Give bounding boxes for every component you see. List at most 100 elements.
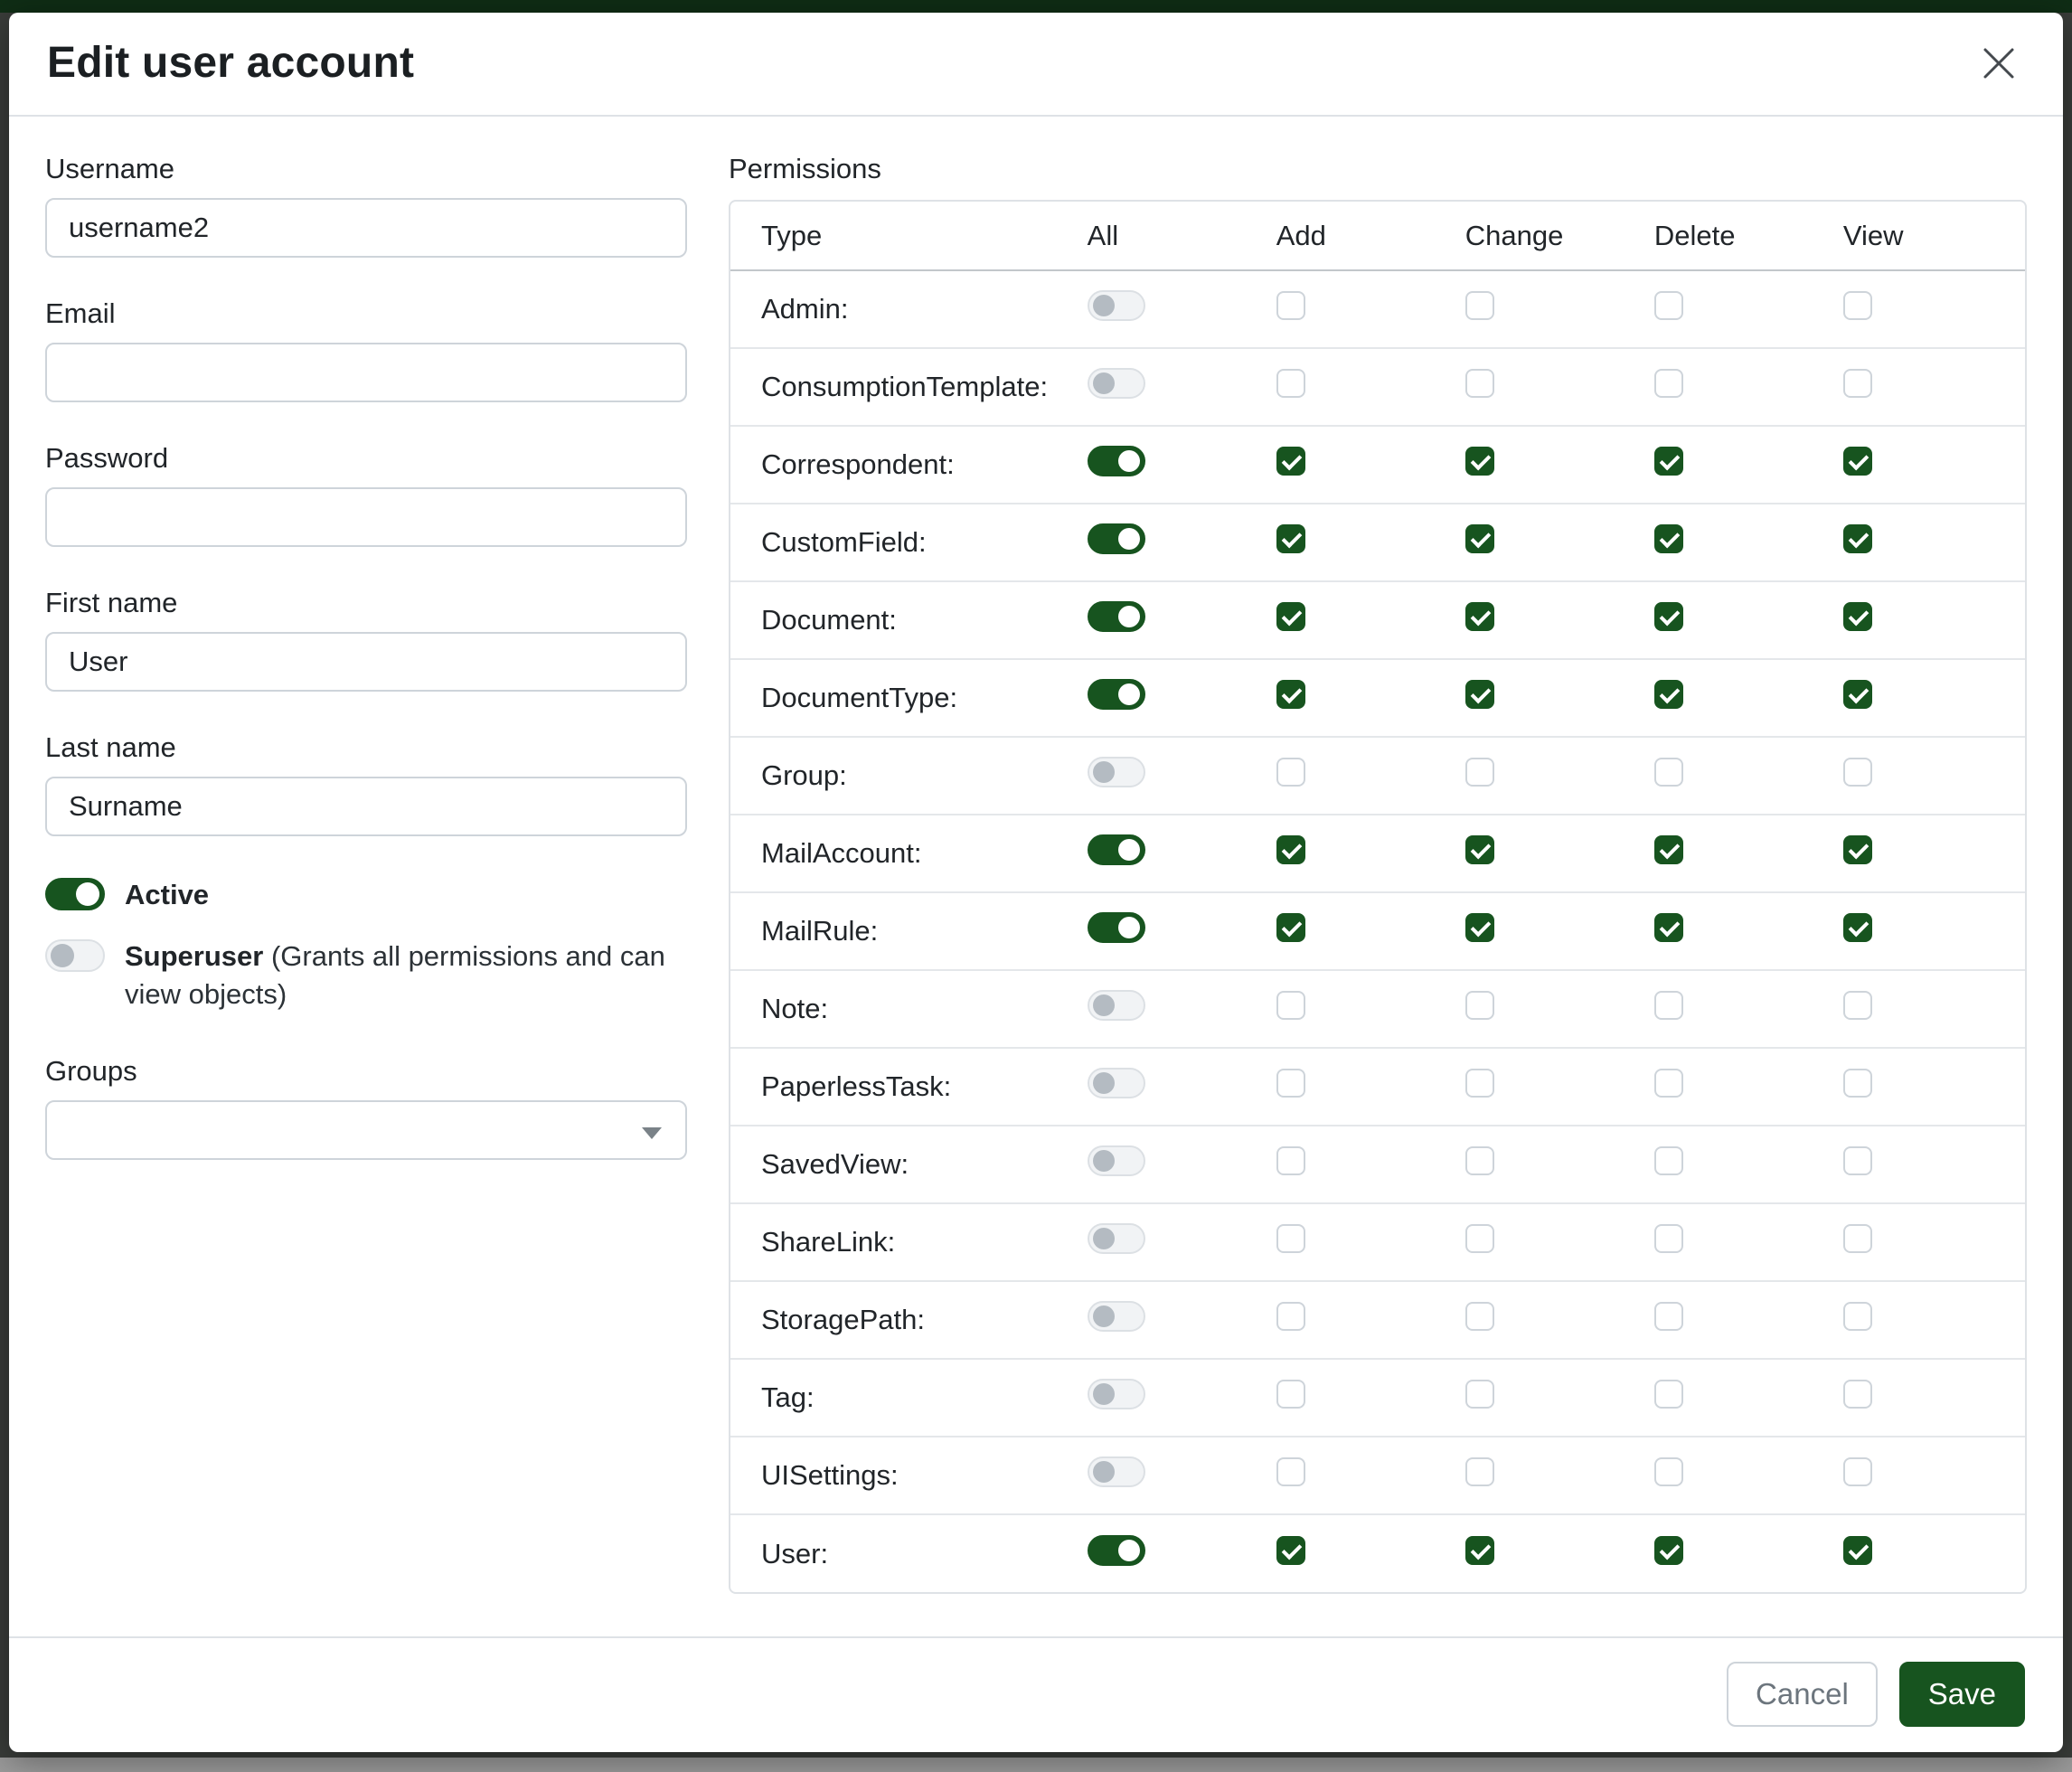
permission-view-checkbox[interactable] xyxy=(1843,680,1872,709)
permission-change-checkbox[interactable] xyxy=(1465,1302,1494,1331)
permission-change-checkbox[interactable] xyxy=(1465,1536,1494,1565)
permission-delete-checkbox[interactable] xyxy=(1654,447,1683,476)
permission-change-checkbox[interactable] xyxy=(1465,447,1494,476)
permission-add-checkbox[interactable] xyxy=(1276,680,1305,709)
permission-delete-checkbox[interactable] xyxy=(1654,1536,1683,1565)
permission-all-toggle[interactable] xyxy=(1088,523,1145,554)
permission-view-checkbox[interactable] xyxy=(1843,1146,1872,1175)
permission-delete-checkbox[interactable] xyxy=(1654,291,1683,320)
permission-all-toggle[interactable] xyxy=(1088,1301,1145,1332)
permission-add-checkbox[interactable] xyxy=(1276,1380,1305,1409)
permission-change-checkbox[interactable] xyxy=(1465,291,1494,320)
permission-row: MailRule: xyxy=(730,892,2025,970)
email-input[interactable] xyxy=(45,343,687,402)
permission-view-checkbox[interactable] xyxy=(1843,1224,1872,1253)
permission-delete-checkbox[interactable] xyxy=(1654,1302,1683,1331)
permission-delete-checkbox[interactable] xyxy=(1654,835,1683,864)
permission-add-checkbox[interactable] xyxy=(1276,913,1305,942)
permission-change-checkbox[interactable] xyxy=(1465,758,1494,787)
permission-delete-checkbox[interactable] xyxy=(1654,1069,1683,1098)
permission-change-checkbox[interactable] xyxy=(1465,1224,1494,1253)
permission-add-checkbox[interactable] xyxy=(1276,1224,1305,1253)
permission-all-toggle[interactable] xyxy=(1088,1456,1145,1487)
permission-all-toggle[interactable] xyxy=(1088,679,1145,710)
permission-delete-checkbox[interactable] xyxy=(1654,1146,1683,1175)
permission-change-checkbox[interactable] xyxy=(1465,1146,1494,1175)
permission-all-toggle[interactable] xyxy=(1088,912,1145,943)
permission-change-checkbox[interactable] xyxy=(1465,369,1494,398)
permission-all-toggle[interactable] xyxy=(1088,290,1145,321)
permission-all-toggle[interactable] xyxy=(1088,1223,1145,1254)
groups-select[interactable] xyxy=(45,1100,687,1160)
permission-change-checkbox[interactable] xyxy=(1465,680,1494,709)
permission-add-checkbox[interactable] xyxy=(1276,1146,1305,1175)
permission-add-checkbox[interactable] xyxy=(1276,1536,1305,1565)
permission-change-checkbox[interactable] xyxy=(1465,524,1494,553)
permission-view-checkbox[interactable] xyxy=(1843,291,1872,320)
permission-delete-checkbox[interactable] xyxy=(1654,1224,1683,1253)
permission-all-toggle[interactable] xyxy=(1088,446,1145,476)
permission-change-checkbox[interactable] xyxy=(1465,1457,1494,1486)
permission-view-checkbox[interactable] xyxy=(1843,1069,1872,1098)
permission-delete-checkbox[interactable] xyxy=(1654,680,1683,709)
permission-view-checkbox[interactable] xyxy=(1843,1536,1872,1565)
permission-view-checkbox[interactable] xyxy=(1843,835,1872,864)
permission-all-toggle[interactable] xyxy=(1088,368,1145,399)
permission-add-checkbox[interactable] xyxy=(1276,524,1305,553)
permission-all-toggle[interactable] xyxy=(1088,834,1145,865)
first-name-input[interactable] xyxy=(45,632,687,692)
permission-add-checkbox[interactable] xyxy=(1276,447,1305,476)
permission-delete-checkbox[interactable] xyxy=(1654,991,1683,1020)
permission-view-checkbox[interactable] xyxy=(1843,369,1872,398)
permission-view-checkbox[interactable] xyxy=(1843,913,1872,942)
permission-add-checkbox[interactable] xyxy=(1276,1069,1305,1098)
permission-delete-checkbox[interactable] xyxy=(1654,1457,1683,1486)
permission-all-toggle[interactable] xyxy=(1088,757,1145,787)
permission-add-checkbox[interactable] xyxy=(1276,835,1305,864)
permission-all-toggle[interactable] xyxy=(1088,601,1145,632)
superuser-toggle[interactable] xyxy=(45,939,105,972)
permission-add-checkbox[interactable] xyxy=(1276,602,1305,631)
password-input[interactable] xyxy=(45,487,687,547)
cancel-button[interactable]: Cancel xyxy=(1727,1662,1878,1727)
permission-change-checkbox[interactable] xyxy=(1465,991,1494,1020)
permission-change-checkbox[interactable] xyxy=(1465,913,1494,942)
permission-all-toggle[interactable] xyxy=(1088,1535,1145,1566)
username-input[interactable] xyxy=(45,198,687,258)
permission-all-toggle[interactable] xyxy=(1088,1145,1145,1176)
permission-delete-checkbox[interactable] xyxy=(1654,758,1683,787)
permission-add-checkbox[interactable] xyxy=(1276,369,1305,398)
close-button[interactable] xyxy=(1974,39,2023,88)
permission-view-checkbox[interactable] xyxy=(1843,1457,1872,1486)
save-button[interactable]: Save xyxy=(1899,1662,2025,1727)
permission-add-checkbox[interactable] xyxy=(1276,1302,1305,1331)
permission-view-checkbox[interactable] xyxy=(1843,758,1872,787)
permission-delete-checkbox[interactable] xyxy=(1654,524,1683,553)
permission-view-checkbox[interactable] xyxy=(1843,447,1872,476)
permission-add-checkbox[interactable] xyxy=(1276,991,1305,1020)
permission-delete-checkbox[interactable] xyxy=(1654,369,1683,398)
permission-view-checkbox[interactable] xyxy=(1843,1302,1872,1331)
permission-view-checkbox[interactable] xyxy=(1843,1380,1872,1409)
permission-change-checkbox[interactable] xyxy=(1465,1069,1494,1098)
permission-add-checkbox[interactable] xyxy=(1276,291,1305,320)
permission-add-checkbox[interactable] xyxy=(1276,758,1305,787)
last-name-input[interactable] xyxy=(45,777,687,836)
permission-add-checkbox[interactable] xyxy=(1276,1457,1305,1486)
permission-type-label: PaperlessTask: xyxy=(730,1048,1080,1126)
permission-change-checkbox[interactable] xyxy=(1465,602,1494,631)
permission-delete-checkbox[interactable] xyxy=(1654,913,1683,942)
permission-delete-checkbox[interactable] xyxy=(1654,602,1683,631)
permission-all-toggle[interactable] xyxy=(1088,1379,1145,1409)
permission-view-checkbox[interactable] xyxy=(1843,602,1872,631)
permission-delete-checkbox[interactable] xyxy=(1654,1380,1683,1409)
permission-all-toggle[interactable] xyxy=(1088,990,1145,1021)
permission-view-checkbox[interactable] xyxy=(1843,524,1872,553)
active-toggle[interactable] xyxy=(45,878,105,910)
permission-view-checkbox[interactable] xyxy=(1843,991,1872,1020)
toggle-knob xyxy=(1093,1228,1115,1249)
email-group: Email xyxy=(45,297,687,402)
permission-change-checkbox[interactable] xyxy=(1465,1380,1494,1409)
permission-all-toggle[interactable] xyxy=(1088,1068,1145,1098)
permission-change-checkbox[interactable] xyxy=(1465,835,1494,864)
